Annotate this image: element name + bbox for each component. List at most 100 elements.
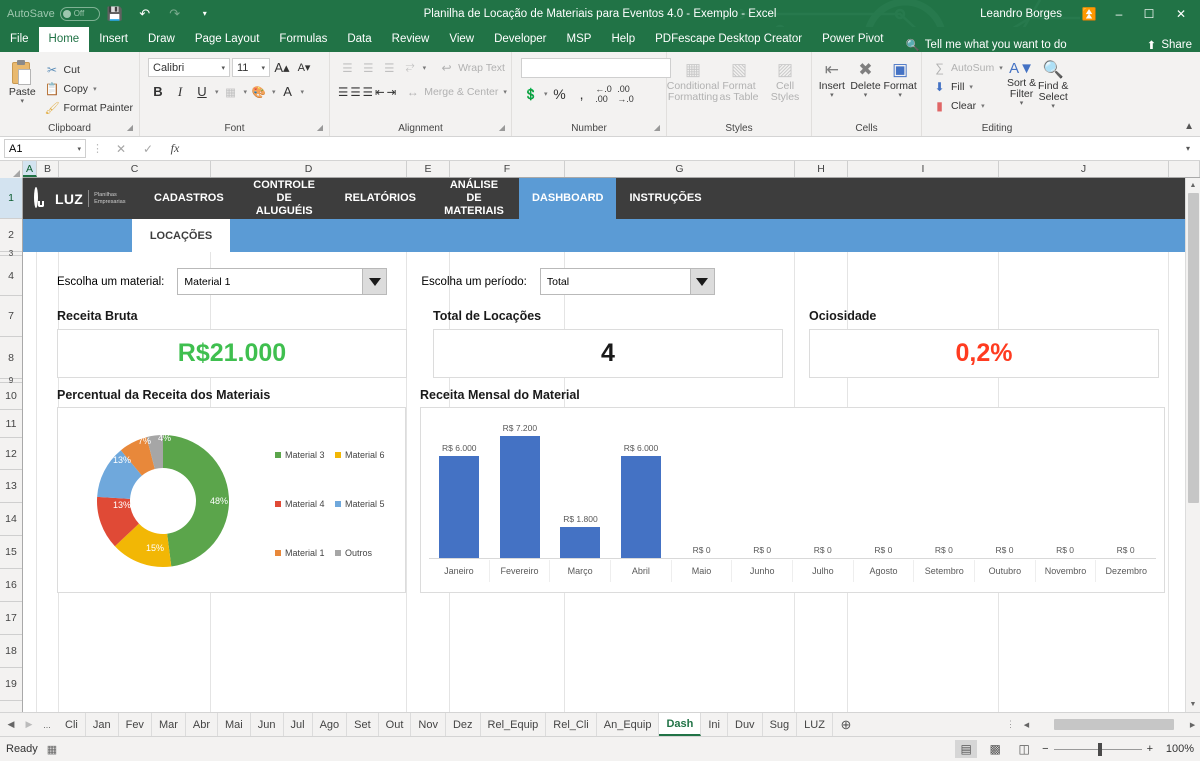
row-header-10[interactable]: 10: [0, 383, 22, 410]
ribbon-tab-page-layout[interactable]: Page Layout: [185, 27, 270, 52]
luz-logo[interactable]: LUZ Planilhas Empresarias: [23, 178, 141, 219]
align-left-icon[interactable]: ☰: [338, 82, 348, 101]
sheet-tab-rel-cli[interactable]: Rel_Cli: [546, 713, 596, 736]
column-header-G[interactable]: G: [565, 161, 795, 177]
fill-color-icon[interactable]: 🎨: [249, 82, 269, 101]
row-header-1[interactable]: 1: [0, 178, 22, 219]
sheet-tab-duv[interactable]: Duv: [728, 713, 763, 736]
autosum-button[interactable]: ∑ AutoSum ▾: [929, 58, 1006, 77]
clear-button[interactable]: ▮ Clear ▾: [929, 96, 1006, 115]
horizontal-scrollbar[interactable]: ⋮ ◀ ▶: [859, 713, 1200, 736]
delete-cells-button[interactable]: ✖ Delete ▾: [849, 58, 883, 100]
record-macro-icon[interactable]: ▦: [47, 743, 57, 756]
row-header-18[interactable]: 18: [0, 635, 22, 668]
ribbon-tab-draw[interactable]: Draw: [138, 27, 185, 52]
insert-cells-button[interactable]: ⇤ Insert ▾: [815, 58, 849, 100]
ribbon-tab-review[interactable]: Review: [382, 27, 440, 52]
row-header-15[interactable]: 15: [0, 536, 22, 569]
align-right-icon[interactable]: ☰: [363, 82, 373, 101]
chevron-down-icon[interactable]: ▾: [300, 88, 305, 96]
ribbon-tab-help[interactable]: Help: [601, 27, 645, 52]
save-icon[interactable]: 💾: [100, 0, 130, 27]
confirm-icon[interactable]: ✓: [136, 142, 160, 156]
expand-formula-bar-icon[interactable]: ▾: [1180, 144, 1196, 153]
page-break-preview-icon[interactable]: ◫: [1013, 740, 1035, 758]
alignment-dialog-launcher-icon[interactable]: ◢: [499, 120, 505, 135]
column-header-D[interactable]: D: [211, 161, 407, 177]
zoom-level[interactable]: 100%: [1160, 743, 1194, 755]
sort-filter-button[interactable]: A▼ Sort & Filter ▾: [1006, 58, 1038, 108]
conditional-formatting-button[interactable]: ▦ Conditional Formatting: [670, 58, 716, 103]
ribbon-tab-pdfescape[interactable]: PDFescape Desktop Creator: [645, 27, 812, 52]
bold-button[interactable]: B: [148, 82, 168, 101]
column-header-extra[interactable]: [1169, 161, 1200, 177]
zoom-out-button[interactable]: −: [1042, 743, 1048, 755]
customize-quick-access-icon[interactable]: ▾: [190, 0, 220, 27]
decrease-indent-icon[interactable]: ⇤: [375, 82, 385, 101]
scroll-down-icon[interactable]: ▼: [1186, 697, 1200, 712]
select-all-button[interactable]: [0, 161, 23, 178]
nav-item-analise-de-materiais[interactable]: ANÁLISE DE MATERIAIS: [429, 178, 519, 219]
row-header-17[interactable]: 17: [0, 602, 22, 635]
legend-item-material-6[interactable]: Material 6: [335, 450, 395, 460]
chevron-down-icon[interactable]: ▾: [271, 88, 276, 96]
row-header-16[interactable]: 16: [0, 569, 22, 602]
period-dropdown[interactable]: Total: [540, 268, 715, 295]
chevron-down-icon[interactable]: ▾: [92, 85, 97, 93]
previous-sheet-icon[interactable]: ◀: [3, 719, 19, 730]
row-header-19[interactable]: 19: [0, 668, 22, 701]
ribbon-tab-developer[interactable]: Developer: [484, 27, 556, 52]
format-cells-button[interactable]: ▣ Format ▾: [882, 58, 918, 100]
sheet-tab-ini[interactable]: Ini: [701, 713, 728, 736]
tab-split-handle[interactable]: ⋮: [1002, 719, 1019, 730]
page-layout-view-icon[interactable]: ▩: [984, 740, 1006, 758]
chevron-down-icon[interactable]: ▾: [998, 64, 1003, 72]
sheet-tab-mar[interactable]: Mar: [152, 713, 186, 736]
column-header-A[interactable]: A: [23, 161, 37, 177]
horizontal-scroll-thumb[interactable]: [1054, 719, 1174, 730]
nav-item-cadastros[interactable]: CADASTROS: [141, 178, 237, 219]
row-header-8[interactable]: 8: [0, 337, 22, 379]
chevron-down-icon[interactable]: ▾: [502, 88, 507, 96]
align-top-icon[interactable]: ☰: [338, 58, 357, 77]
vertical-scroll-thumb[interactable]: [1188, 193, 1199, 503]
ribbon-tab-home[interactable]: Home: [39, 27, 90, 52]
ribbon-tab-insert[interactable]: Insert: [89, 27, 138, 52]
close-icon[interactable]: ✕: [1164, 0, 1198, 27]
number-dialog-launcher-icon[interactable]: ◢: [654, 120, 660, 135]
font-color-icon[interactable]: A: [278, 82, 298, 101]
column-header-H[interactable]: H: [795, 161, 848, 177]
subtab-locacoes[interactable]: LOCAÇÕES: [132, 219, 230, 252]
sheet-tab-sug[interactable]: Sug: [763, 713, 798, 736]
align-center-icon[interactable]: ☰: [350, 82, 360, 101]
zoom-slider[interactable]: − +: [1042, 743, 1153, 755]
tell-me-box[interactable]: 🔍 Tell me what you want to do: [893, 38, 1066, 52]
chevron-down-icon[interactable]: ▾: [422, 64, 427, 72]
zoom-thumb[interactable]: [1098, 743, 1102, 756]
chevron-down-icon[interactable]: ▾: [243, 88, 248, 96]
column-header-C[interactable]: C: [59, 161, 211, 177]
font-size-input[interactable]: 11 ▾: [232, 58, 270, 77]
clipboard-dialog-launcher-icon[interactable]: ◢: [127, 120, 133, 135]
comma-style-button[interactable]: ,: [572, 84, 592, 103]
merge-center-button[interactable]: ↔ Merge & Center ▾: [402, 82, 510, 101]
italic-button[interactable]: I: [170, 82, 190, 101]
restore-icon[interactable]: ☐: [1134, 0, 1164, 27]
align-middle-icon[interactable]: ☰: [359, 58, 378, 77]
donut-chart[interactable]: 48% 15% 13% 13% 7% 4% Material 3: [57, 407, 406, 593]
normal-view-icon[interactable]: ▤: [955, 740, 977, 758]
row-header-7[interactable]: 7: [0, 296, 22, 337]
add-sheet-button[interactable]: ⊕: [833, 713, 859, 736]
scroll-right-icon[interactable]: ▶: [1185, 721, 1200, 729]
sheet-tab-nov[interactable]: Nov: [411, 713, 446, 736]
horizontal-scroll-track[interactable]: [1038, 718, 1181, 732]
copy-button[interactable]: 📋 Copy ▾: [42, 79, 136, 98]
legend-item-material-3[interactable]: Material 3: [275, 450, 335, 460]
next-sheet-icon[interactable]: ▶: [21, 719, 37, 730]
legend-item-material-5[interactable]: Material 5: [335, 499, 395, 509]
zoom-in-button[interactable]: +: [1147, 743, 1153, 755]
ribbon-tab-msp[interactable]: MSP: [557, 27, 602, 52]
bar-chart[interactable]: R$ 6.000 R$ 7.200 R$ 1.800: [420, 407, 1165, 593]
sheet-tab-abr[interactable]: Abr: [186, 713, 218, 736]
autosave-toggle[interactable]: Off: [60, 7, 100, 21]
